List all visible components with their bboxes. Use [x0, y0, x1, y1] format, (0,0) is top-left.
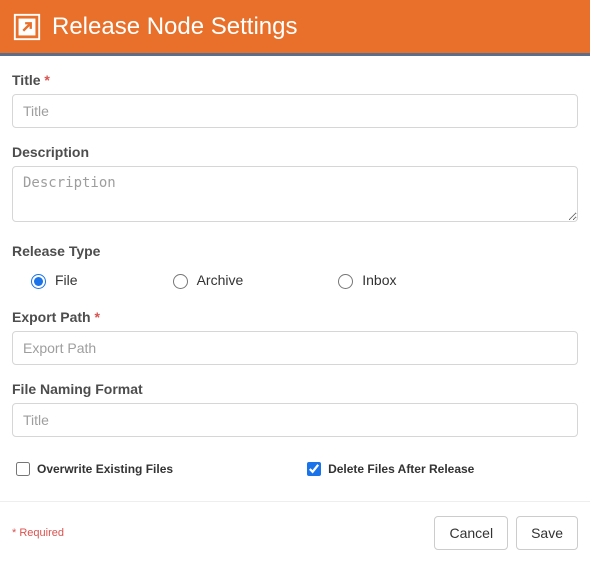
- release-type-label: Release Type: [12, 243, 578, 259]
- dialog-header: Release Node Settings: [0, 0, 590, 56]
- export-path-label: Export Path *: [12, 309, 578, 325]
- release-type-file-radio[interactable]: [31, 274, 46, 289]
- required-note: * Required: [12, 527, 64, 539]
- overwrite-checkbox-row[interactable]: Overwrite Existing Files: [12, 459, 173, 479]
- form-body: Title * Description Release Type File Ar…: [0, 56, 590, 487]
- cancel-button[interactable]: Cancel: [434, 516, 508, 550]
- release-type-archive-radio[interactable]: [173, 274, 188, 289]
- file-naming-input[interactable]: [12, 403, 578, 437]
- delete-after-checkbox-row[interactable]: Delete Files After Release: [303, 459, 474, 479]
- dialog-title: Release Node Settings: [52, 13, 297, 41]
- delete-after-checkbox[interactable]: [307, 462, 321, 476]
- title-input[interactable]: [12, 94, 578, 128]
- dialog-footer: * Required Cancel Save: [0, 502, 590, 564]
- overwrite-checkbox[interactable]: [16, 462, 30, 476]
- description-input[interactable]: [12, 166, 578, 222]
- release-icon: [12, 12, 42, 42]
- release-type-inbox-radio[interactable]: [338, 274, 353, 289]
- file-naming-label: File Naming Format: [12, 381, 578, 397]
- release-type-archive[interactable]: Archive: [168, 271, 244, 289]
- description-label: Description: [12, 144, 578, 160]
- release-type-file[interactable]: File: [26, 271, 78, 289]
- save-button[interactable]: Save: [516, 516, 578, 550]
- export-path-input[interactable]: [12, 331, 578, 365]
- release-type-inbox[interactable]: Inbox: [333, 271, 396, 289]
- title-label: Title *: [12, 72, 578, 88]
